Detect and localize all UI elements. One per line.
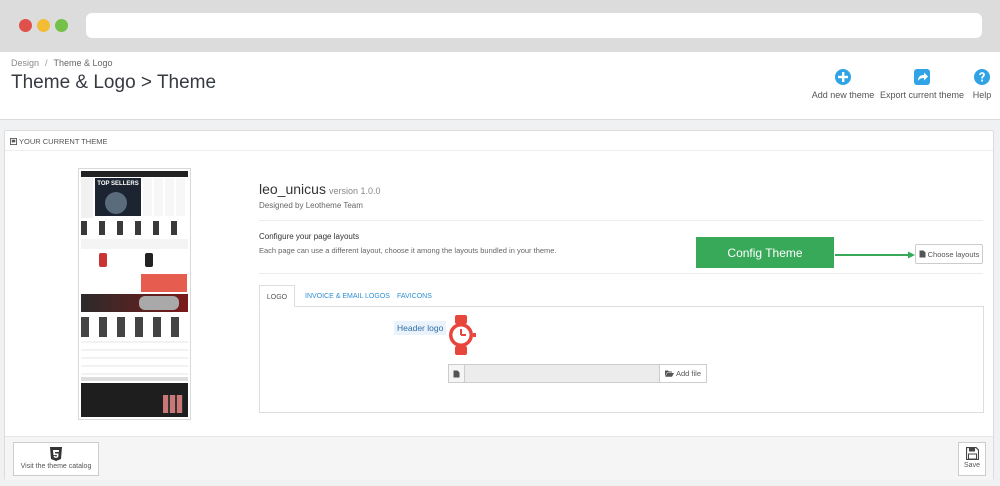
panel-heading-label: YOUR CURRENT THEME: [19, 137, 108, 146]
export-current-theme-button[interactable]: Export current theme: [878, 68, 966, 100]
file-name-input[interactable]: [465, 364, 659, 383]
question-circle-icon: [974, 69, 990, 85]
help-label: Help: [972, 90, 992, 100]
floppy-disk-icon: [965, 447, 979, 460]
panel-footer: Visit the theme catalog Save: [5, 436, 993, 480]
add-new-theme-button[interactable]: Add new theme: [808, 68, 878, 100]
browser-chrome: [0, 0, 1000, 52]
visit-theme-catalog-button[interactable]: Visit the theme catalog: [13, 442, 99, 476]
logo-tab-content: Header logo Add file: [259, 306, 984, 413]
tab-logo[interactable]: LOGO: [259, 285, 295, 307]
breadcrumb-design[interactable]: Design: [11, 58, 39, 68]
window-minimize-dot[interactable]: [37, 19, 50, 32]
breadcrumb: Design / Theme & Logo: [11, 58, 113, 68]
layouts-description: Each page can use a different layout, ch…: [259, 246, 557, 255]
theme-preview-thumbnail: TOP SELLERS: [78, 168, 191, 420]
current-theme-panel: YOUR CURRENT THEME TOP SELLERS leo_unicu…: [4, 130, 994, 480]
header-logo-label: Header logo: [394, 321, 447, 335]
panel-heading: YOUR CURRENT THEME: [5, 131, 993, 151]
theme-version: version 1.0.0: [328, 186, 381, 196]
file-icon: [919, 250, 926, 258]
help-button[interactable]: Help: [968, 68, 996, 100]
divider: [259, 220, 983, 221]
save-button[interactable]: Save: [958, 442, 986, 476]
address-bar[interactable]: [86, 13, 982, 38]
theme-name-text: leo_unicus: [259, 181, 326, 197]
breadcrumb-current: Theme & Logo: [53, 58, 113, 68]
window-maximize-dot[interactable]: [55, 19, 68, 32]
file-upload-group: Add file: [448, 364, 708, 383]
admin-page: Design / Theme & Logo Theme & Logo > Theme…: [0, 52, 1000, 486]
save-label: Save: [964, 462, 980, 469]
share-icon: [914, 69, 930, 85]
tab-invoice-email-logos[interactable]: INVOICE & EMAIL LOGOS: [305, 285, 390, 307]
file-icon: [448, 364, 465, 383]
visit-theme-catalog-label: Visit the theme catalog: [20, 463, 92, 470]
choose-layouts-label: Choose layouts: [927, 249, 980, 259]
folder-open-icon: [664, 370, 674, 377]
divider: [259, 273, 983, 274]
choose-layouts-button[interactable]: Choose layouts: [915, 244, 983, 264]
page-title: Theme & Logo > Theme: [11, 72, 217, 93]
export-current-theme-label: Export current theme: [879, 90, 965, 100]
add-new-theme-label: Add new theme: [811, 90, 875, 100]
plus-circle-icon: [835, 69, 851, 85]
arrow-right-icon: [835, 251, 915, 259]
tab-favicons[interactable]: FAVICONS: [397, 285, 437, 307]
layouts-title: Configure your page layouts: [259, 232, 360, 241]
html5-icon: [50, 447, 62, 461]
breadcrumb-separator: /: [45, 58, 48, 68]
window-close-dot[interactable]: [19, 19, 32, 32]
add-file-button[interactable]: Add file: [659, 364, 707, 383]
watch-logo-icon: [449, 315, 476, 355]
config-theme-button[interactable]: Config Theme: [696, 237, 834, 268]
theme-name: leo_unicus version 1.0.0: [259, 181, 380, 197]
theme-author: Designed by Leotheme Team: [259, 201, 363, 210]
shield-icon: [10, 138, 17, 145]
preview-banner-text: TOP SELLERS: [97, 181, 139, 187]
file-icon: [453, 370, 460, 377]
page-header: Design / Theme & Logo Theme & Logo > Theme…: [0, 52, 1000, 120]
add-file-label: Add file: [675, 369, 702, 378]
